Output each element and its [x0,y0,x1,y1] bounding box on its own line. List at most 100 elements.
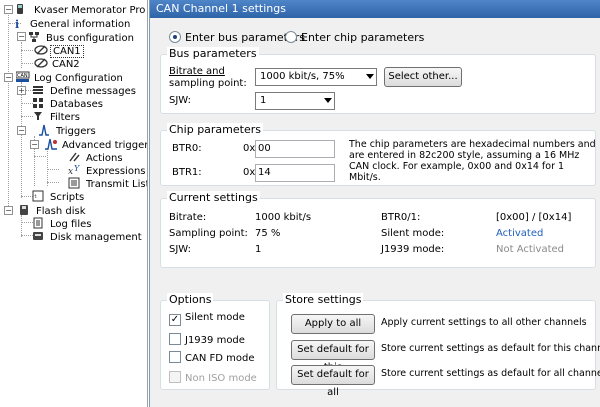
apply-to-all-description: Apply current settings to all other chan… [381,317,587,328]
tree-item-disk-management[interactable]: Disk management [32,230,144,243]
tree-item-expressions[interactable]: xY Expressions [68,164,147,177]
current-j1939-value: Not Activated [496,244,565,255]
database-icon [32,97,46,109]
radio-enter-chip-parameters[interactable]: Enter chip parameters [285,31,424,44]
tree-collapse-toggle[interactable]: − [17,126,26,135]
chip-parameters-group: Chip parameters BTR0: 0x 00 BTR1: 0x 14 … [160,123,596,186]
j1939-mode-checkbox[interactable]: J1939 mode [169,333,245,346]
actions-icon [68,151,82,163]
current-btr-value: [0x00] / [0x14] [496,212,572,223]
current-bitrate-value: 1000 kbit/s [255,212,312,223]
can-channel-icon [34,57,48,69]
sjw-select[interactable]: 1 [255,92,335,110]
filter-icon [32,110,46,122]
log-config-icon: CAN [15,71,30,83]
chip-parameters-help: The chip parameters are hexadecimal numb… [349,139,596,183]
btr0-prefix: 0x [243,143,256,154]
bus-network-icon [28,31,42,43]
tree-item-flash-disk[interactable]: Flash disk [18,204,88,217]
tree-item-device[interactable]: Kvaser Memorator Pro 2xHS v2 [16,3,147,16]
can-fd-mode-checkbox[interactable]: CAN FD mode [169,351,254,364]
settings-panel: CAN Channel 1 settings Enter bus paramet… [149,0,600,407]
checkbox-box [169,351,181,363]
tree-item-filters[interactable]: Filters [32,110,82,123]
silent-mode-checkbox[interactable]: ✓ Silent mode [169,312,245,326]
svg-text:Y: Y [74,164,80,173]
radio-indicator [169,31,181,43]
tree-item-triggers[interactable]: Triggers [38,124,98,137]
btr1-label: BTR1: [172,167,202,178]
tree-item-define-messages[interactable]: Define messages [32,84,138,97]
disk-management-icon [32,230,46,242]
select-other-button[interactable]: Select other... [384,67,462,87]
tree-item-log-files[interactable]: Log files [32,217,93,230]
sjw-label: SJW: [169,95,191,106]
apply-to-all-button[interactable]: Apply to all [291,314,375,334]
chip-parameters-title: Chip parameters [167,123,263,137]
navigation-tree[interactable]: − Kvaser Memorator Pro 2xHS v2 i General… [0,0,148,407]
set-default-for-this-button[interactable]: Set default for this [291,340,375,373]
non-iso-mode-checkbox[interactable]: Non ISO mode [169,371,257,384]
can-channel-icon [34,44,48,56]
tree-item-general-information[interactable]: i General information [12,17,132,31]
bitrate-label: Bitrate and sampling point: [169,66,247,89]
bus-parameters-title: Bus parameters [167,47,259,61]
messages-icon [32,84,46,96]
current-bitrate-label: Bitrate: [169,212,207,223]
tree-item-advanced-triggers[interactable]: Advanced triggers [44,138,147,151]
tree-item-bus-configuration[interactable]: Bus configuration [28,31,136,44]
current-sjw-label: SJW: [169,244,191,255]
checkmark-icon: ✓ [169,314,181,326]
store-settings-group: Store settings Apply to all Apply curren… [276,293,600,398]
tree-item-actions[interactable]: Actions [68,151,125,164]
current-sjw-value: 1 [255,244,262,255]
chevron-down-icon [324,98,332,103]
tree-item-log-configuration[interactable]: CAN Log Configuration [15,71,125,84]
bitrate-select[interactable]: 1000 kbit/s, 75% [255,68,377,86]
device-icon [16,3,30,15]
bus-parameters-group: Bus parameters Bitrate and sampling point… [160,47,596,114]
set-default-for-all-button[interactable]: Set default for all [291,365,375,398]
chevron-down-icon [366,74,374,79]
options-title: Options [167,293,214,307]
tree-collapse-toggle[interactable]: − [30,140,39,149]
set-default-for-this-description: Store current settings as default for th… [381,343,600,354]
current-silent-label: Silent mode: [381,228,445,239]
flash-disk-icon [18,204,32,216]
svg-text:t: t [34,194,37,200]
svg-text:x: x [68,167,73,176]
current-sampling-value: 75 % [255,228,281,239]
panel-title: CAN Channel 1 settings [150,0,600,18]
tree-collapse-toggle[interactable]: − [4,5,13,14]
checkbox-box [169,333,181,345]
current-silent-value: Activated [496,228,544,239]
svg-text:CAN: CAN [17,73,28,79]
current-j1939-label: J1939 mode: [381,244,445,255]
tree-collapse-toggle[interactable]: − [4,206,13,215]
btr0-label: BTR0: [172,143,202,154]
current-settings-title: Current settings [167,191,260,205]
tree-item-databases[interactable]: Databases [32,97,105,110]
tree-expand-toggle[interactable]: + [17,86,26,95]
tree-item-scripts[interactable]: t Scripts [32,190,86,203]
transmit-list-icon [68,177,82,189]
tree-collapse-toggle[interactable]: − [4,73,13,82]
btr1-input[interactable]: 14 [255,164,335,182]
expressions-icon: xY [68,164,82,177]
current-btr-label: BTR0/1: [381,212,421,223]
btr0-input[interactable]: 00 [255,140,335,158]
radio-indicator [285,31,297,43]
store-settings-title: Store settings [283,293,364,307]
btr1-prefix: 0x [243,167,256,178]
tree-item-can1[interactable]: CAN1 [34,44,84,58]
current-sampling-label: Sampling point: [169,228,248,239]
options-group: Options ✓ Silent mode J1939 mode CAN FD m… [160,293,270,390]
trigger-icon [38,124,52,136]
tree-item-transmit-lists[interactable]: Transmit Lists [68,177,147,190]
set-default-for-all-description: Store current settings as default for al… [381,368,600,379]
checkbox-box [169,371,181,383]
tree-collapse-toggle[interactable]: − [17,32,26,41]
current-settings-group: Current settings Bitrate: 1000 kbit/s Sa… [160,191,596,268]
tree-item-can2[interactable]: CAN2 [34,57,82,70]
svg-text:i: i [15,18,19,29]
